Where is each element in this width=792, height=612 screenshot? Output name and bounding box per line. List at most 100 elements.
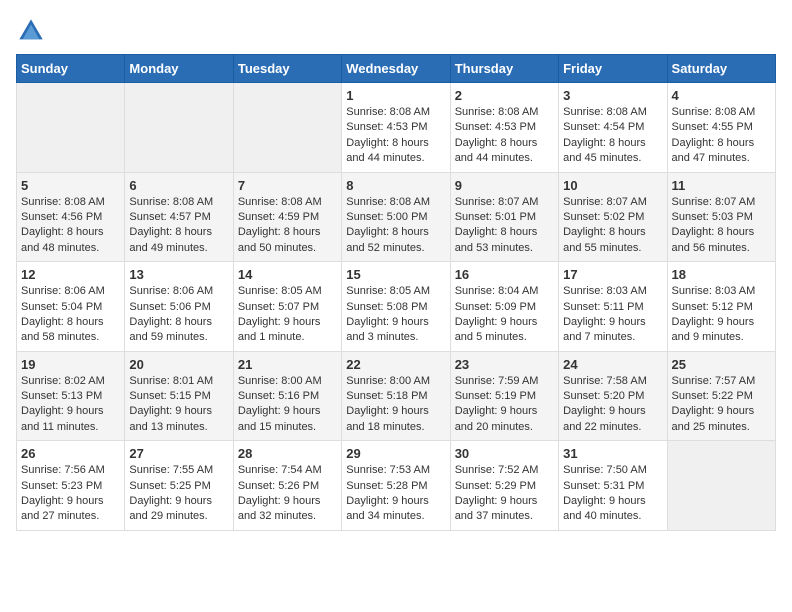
- day-detail: Sunrise: 8:05 AMSunset: 5:07 PMDaylight:…: [238, 284, 337, 346]
- day-number: 18: [672, 267, 771, 282]
- weekday-row: SundayMondayTuesdayWednesdayThursdayFrid…: [17, 55, 776, 83]
- day-number: 12: [21, 267, 120, 282]
- day-detail: Sunrise: 8:08 AMSunset: 4:59 PMDaylight:…: [238, 195, 337, 257]
- day-number: 30: [455, 446, 554, 461]
- calendar-cell: 11 Sunrise: 8:07 AMSunset: 5:03 PMDayligh…: [667, 172, 775, 262]
- calendar-cell: 5 Sunrise: 8:08 AMSunset: 4:56 PMDaylight…: [17, 172, 125, 262]
- day-detail: Sunrise: 8:08 AMSunset: 4:57 PMDaylight:…: [129, 195, 228, 257]
- day-detail: Sunrise: 8:08 AMSunset: 4:55 PMDaylight:…: [672, 105, 771, 167]
- day-number: 8: [346, 178, 445, 193]
- calendar-cell: [17, 83, 125, 173]
- calendar-cell: [125, 83, 233, 173]
- calendar-cell: 24Sunrise: 7:58 AMSunset: 5:20 PMDayligh…: [559, 351, 667, 441]
- day-detail: Sunrise: 7:53 AMSunset: 5:28 PMDaylight:…: [346, 463, 445, 525]
- day-number: 10: [563, 178, 662, 193]
- day-number: 27: [129, 446, 228, 461]
- calendar-cell: 20 Sunrise: 8:01 AMSunset: 5:15 PMDayligh…: [125, 351, 233, 441]
- weekday-header-thursday: Thursday: [450, 55, 558, 83]
- week-row-2: 5 Sunrise: 8:08 AMSunset: 4:56 PMDaylight…: [17, 172, 776, 262]
- calendar-cell: 1 Sunrise: 8:08 AMSunset: 4:53 PMDaylight…: [342, 83, 450, 173]
- calendar-cell: 31 Sunrise: 7:50 AMSunset: 5:31 PMDayligh…: [559, 441, 667, 531]
- calendar-cell: 6Sunrise: 8:08 AMSunset: 4:57 PMDaylight…: [125, 172, 233, 262]
- weekday-header-tuesday: Tuesday: [233, 55, 341, 83]
- weekday-header-monday: Monday: [125, 55, 233, 83]
- calendar-cell: 23Sunrise: 7:59 AMSunset: 5:19 PMDayligh…: [450, 351, 558, 441]
- day-detail: Sunrise: 7:58 AMSunset: 5:20 PMDaylight:…: [563, 374, 662, 436]
- calendar-cell: [667, 441, 775, 531]
- day-detail: Sunrise: 8:03 AMSunset: 5:11 PMDaylight:…: [563, 284, 662, 346]
- day-number: 11: [672, 178, 771, 193]
- day-detail: Sunrise: 8:08 AMSunset: 5:00 PMDaylight:…: [346, 195, 445, 257]
- weekday-header-friday: Friday: [559, 55, 667, 83]
- day-detail: Sunrise: 7:55 AMSunset: 5:25 PMDaylight:…: [129, 463, 228, 525]
- week-row-5: 26 Sunrise: 7:56 AMSunset: 5:23 PMDayligh…: [17, 441, 776, 531]
- weekday-header-wednesday: Wednesday: [342, 55, 450, 83]
- day-detail: Sunrise: 8:05 AMSunset: 5:08 PMDaylight:…: [346, 284, 445, 346]
- calendar-cell: 30 Sunrise: 7:52 AMSunset: 5:29 PMDayligh…: [450, 441, 558, 531]
- day-detail: Sunrise: 8:00 AMSunset: 5:16 PMDaylight:…: [238, 374, 337, 436]
- day-detail: Sunrise: 8:08 AMSunset: 4:56 PMDaylight:…: [21, 195, 120, 257]
- calendar-table: SundayMondayTuesdayWednesdayThursdayFrid…: [16, 54, 776, 531]
- calendar-cell: 4 Sunrise: 8:08 AMSunset: 4:55 PMDaylight…: [667, 83, 775, 173]
- calendar-cell: [233, 83, 341, 173]
- week-row-1: 1 Sunrise: 8:08 AMSunset: 4:53 PMDaylight…: [17, 83, 776, 173]
- calendar-cell: 17 Sunrise: 8:03 AMSunset: 5:11 PMDayligh…: [559, 262, 667, 352]
- day-number: 23: [455, 357, 554, 372]
- day-number: 3: [563, 88, 662, 103]
- day-number: 20: [129, 357, 228, 372]
- day-number: 19: [21, 357, 120, 372]
- day-detail: Sunrise: 8:00 AMSunset: 5:18 PMDaylight:…: [346, 374, 445, 436]
- day-number: 5: [21, 178, 120, 193]
- day-detail: Sunrise: 8:08 AMSunset: 4:53 PMDaylight:…: [346, 105, 445, 167]
- calendar-cell: 26 Sunrise: 7:56 AMSunset: 5:23 PMDayligh…: [17, 441, 125, 531]
- calendar-cell: 19 Sunrise: 8:02 AMSunset: 5:13 PMDayligh…: [17, 351, 125, 441]
- calendar-cell: 29 Sunrise: 7:53 AMSunset: 5:28 PMDayligh…: [342, 441, 450, 531]
- day-detail: Sunrise: 8:07 AMSunset: 5:03 PMDaylight:…: [672, 195, 771, 257]
- week-row-4: 19 Sunrise: 8:02 AMSunset: 5:13 PMDayligh…: [17, 351, 776, 441]
- day-detail: Sunrise: 7:52 AMSunset: 5:29 PMDaylight:…: [455, 463, 554, 525]
- day-detail: Sunrise: 8:01 AMSunset: 5:15 PMDaylight:…: [129, 374, 228, 436]
- day-number: 9: [455, 178, 554, 193]
- day-number: 31: [563, 446, 662, 461]
- calendar-cell: 25 Sunrise: 7:57 AMSunset: 5:22 PMDayligh…: [667, 351, 775, 441]
- day-number: 1: [346, 88, 445, 103]
- day-number: 22: [346, 357, 445, 372]
- day-number: 14: [238, 267, 337, 282]
- day-detail: Sunrise: 7:56 AMSunset: 5:23 PMDaylight:…: [21, 463, 120, 525]
- day-number: 2: [455, 88, 554, 103]
- day-detail: Sunrise: 8:02 AMSunset: 5:13 PMDaylight:…: [21, 374, 120, 436]
- logo-icon: [16, 16, 46, 46]
- calendar-cell: 7 Sunrise: 8:08 AMSunset: 4:59 PMDaylight…: [233, 172, 341, 262]
- day-detail: Sunrise: 8:03 AMSunset: 5:12 PMDaylight:…: [672, 284, 771, 346]
- day-detail: Sunrise: 7:57 AMSunset: 5:22 PMDaylight:…: [672, 374, 771, 436]
- calendar-cell: 22 Sunrise: 8:00 AMSunset: 5:18 PMDayligh…: [342, 351, 450, 441]
- day-number: 25: [672, 357, 771, 372]
- week-row-3: 12 Sunrise: 8:06 AMSunset: 5:04 PMDayligh…: [17, 262, 776, 352]
- weekday-header-saturday: Saturday: [667, 55, 775, 83]
- calendar-cell: 12 Sunrise: 8:06 AMSunset: 5:04 PMDayligh…: [17, 262, 125, 352]
- day-detail: Sunrise: 8:07 AMSunset: 5:01 PMDaylight:…: [455, 195, 554, 257]
- day-detail: Sunrise: 7:50 AMSunset: 5:31 PMDaylight:…: [563, 463, 662, 525]
- calendar-cell: 28 Sunrise: 7:54 AMSunset: 5:26 PMDayligh…: [233, 441, 341, 531]
- calendar-cell: 21 Sunrise: 8:00 AMSunset: 5:16 PMDayligh…: [233, 351, 341, 441]
- day-detail: Sunrise: 7:54 AMSunset: 5:26 PMDaylight:…: [238, 463, 337, 525]
- day-detail: Sunrise: 8:06 AMSunset: 5:06 PMDaylight:…: [129, 284, 228, 346]
- day-detail: Sunrise: 8:08 AMSunset: 4:53 PMDaylight:…: [455, 105, 554, 167]
- day-detail: Sunrise: 8:06 AMSunset: 5:04 PMDaylight:…: [21, 284, 120, 346]
- day-number: 29: [346, 446, 445, 461]
- day-detail: Sunrise: 8:04 AMSunset: 5:09 PMDaylight:…: [455, 284, 554, 346]
- day-number: 4: [672, 88, 771, 103]
- day-number: 26: [21, 446, 120, 461]
- page-header: [16, 16, 776, 46]
- day-detail: Sunrise: 8:08 AMSunset: 4:54 PMDaylight:…: [563, 105, 662, 167]
- calendar-cell: 2 Sunrise: 8:08 AMSunset: 4:53 PMDaylight…: [450, 83, 558, 173]
- weekday-header-sunday: Sunday: [17, 55, 125, 83]
- calendar-cell: 16Sunrise: 8:04 AMSunset: 5:09 PMDayligh…: [450, 262, 558, 352]
- day-number: 28: [238, 446, 337, 461]
- calendar-header: SundayMondayTuesdayWednesdayThursdayFrid…: [17, 55, 776, 83]
- calendar-cell: 10Sunrise: 8:07 AMSunset: 5:02 PMDayligh…: [559, 172, 667, 262]
- day-number: 21: [238, 357, 337, 372]
- day-number: 7: [238, 178, 337, 193]
- day-number: 17: [563, 267, 662, 282]
- calendar-cell: 3 Sunrise: 8:08 AMSunset: 4:54 PMDaylight…: [559, 83, 667, 173]
